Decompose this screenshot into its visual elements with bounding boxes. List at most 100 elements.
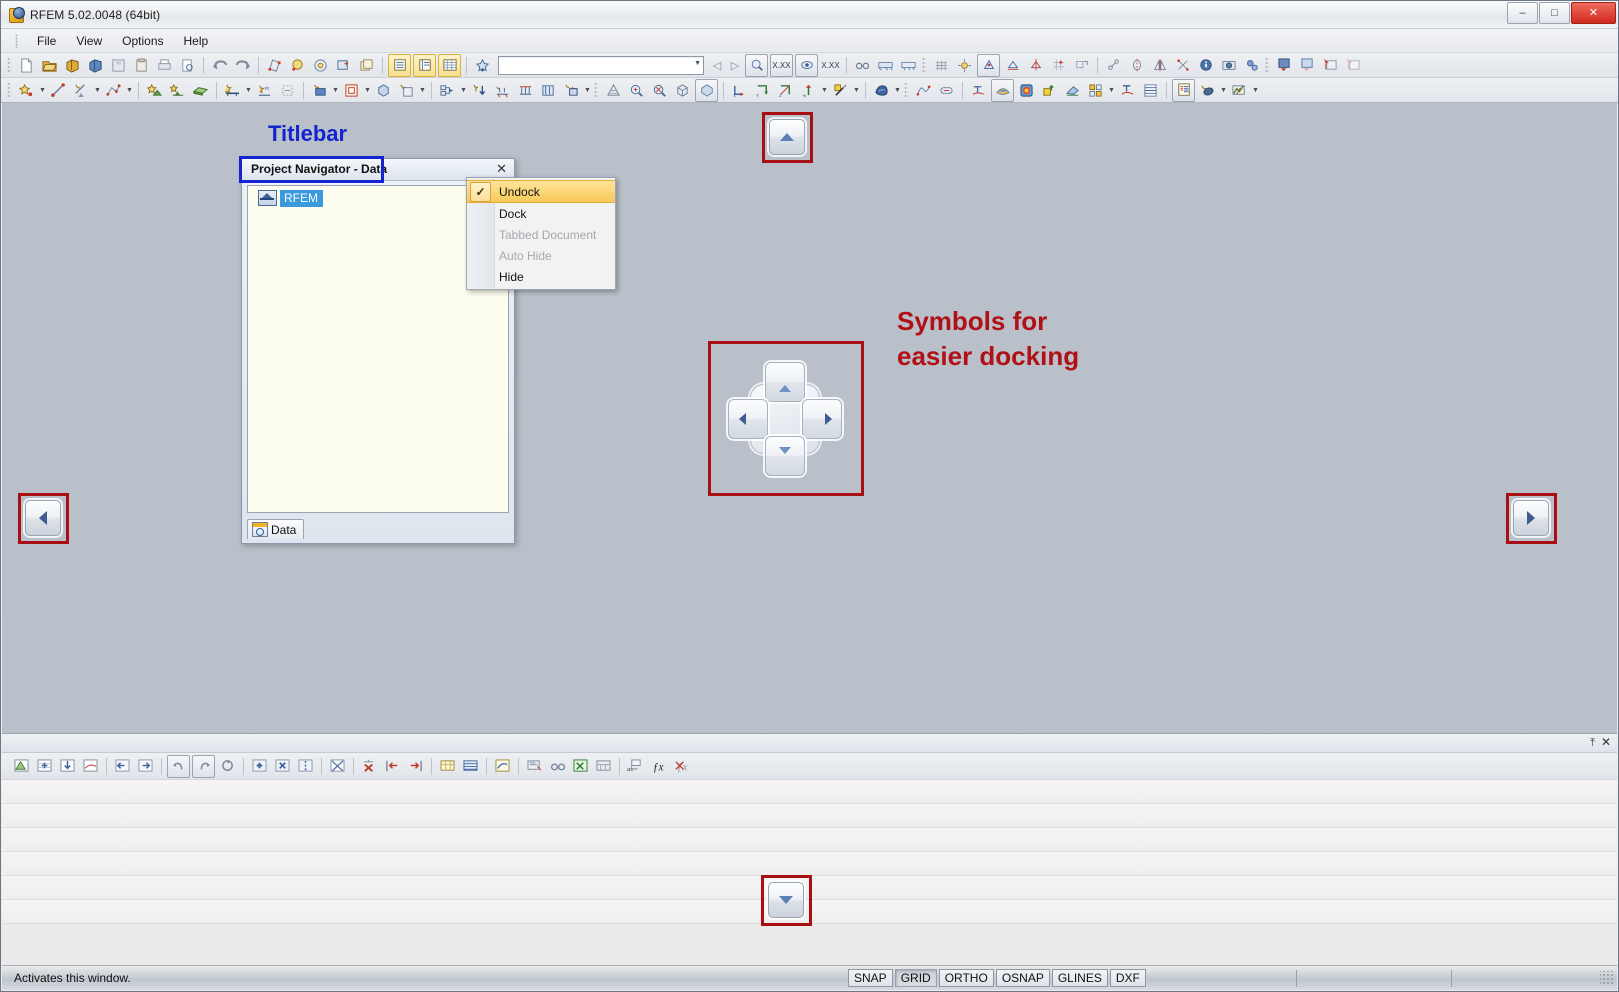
new-member-dropdown[interactable]: ▼ xyxy=(244,80,253,101)
loads-dropdown[interactable]: ▼ xyxy=(583,80,592,101)
open-example-icon[interactable] xyxy=(62,55,83,76)
view-isometric-icon[interactable] xyxy=(695,78,718,102)
table-view-yellow-icon[interactable] xyxy=(437,756,458,777)
save-icon[interactable] xyxy=(108,55,129,76)
render-mode-icon[interactable] xyxy=(830,80,851,101)
snap-grid-icon[interactable] xyxy=(1048,55,1069,76)
undo-icon[interactable] xyxy=(209,55,230,76)
move-copy-icon[interactable] xyxy=(1103,55,1124,76)
new-solid-dropdown[interactable]: ▼ xyxy=(418,80,427,101)
dim-vertical-icon[interactable]: X.XX xyxy=(770,53,793,77)
status-cell-dxf[interactable]: DXF xyxy=(1109,969,1146,987)
axis-z-icon[interactable]: Z xyxy=(775,80,796,101)
print-preview-icon[interactable] xyxy=(177,55,198,76)
new-node-dropdown[interactable]: ▼ xyxy=(38,80,47,101)
result-gradient-icon[interactable] xyxy=(1062,80,1083,101)
open-model-icon[interactable] xyxy=(85,55,106,76)
table-refresh-icon[interactable] xyxy=(217,756,238,777)
function-delete-icon[interactable]: ƒx xyxy=(671,756,692,777)
panel-tab-data[interactable]: Data xyxy=(247,519,305,539)
status-cell-ortho[interactable]: ORTHO xyxy=(938,969,994,987)
menu-file[interactable]: File xyxy=(27,32,66,50)
result-curve-icon[interactable] xyxy=(1117,80,1138,101)
result-diagram-icon[interactable] xyxy=(913,80,934,101)
status-cell-glines[interactable]: GLINES xyxy=(1051,969,1108,987)
connect-dropdown[interactable]: ▼ xyxy=(459,80,468,101)
toolbar-grip-2[interactable] xyxy=(922,56,926,74)
export-excel-icon[interactable] xyxy=(570,756,591,777)
render-mode-dropdown[interactable]: ▼ xyxy=(852,80,861,101)
axis-y-icon[interactable]: Y xyxy=(752,80,773,101)
fe-mesh-icon[interactable] xyxy=(603,80,624,101)
new-line-icon[interactable] xyxy=(48,80,69,101)
view-eye-icon[interactable] xyxy=(795,53,818,77)
table-chart-icon[interactable] xyxy=(492,756,513,777)
dock-guide-bottom[interactable] xyxy=(768,882,804,918)
context-menu-item-undock[interactable]: ✓ Undock xyxy=(467,180,615,203)
zoom-prev-icon[interactable] xyxy=(745,53,768,77)
table-undo-icon[interactable] xyxy=(167,754,190,778)
close-button[interactable]: ✕ xyxy=(1571,2,1616,24)
function-icon[interactable]: ƒx xyxy=(648,756,669,777)
dock-guide-center-left[interactable] xyxy=(728,399,768,439)
member-xx-icon[interactable]: xx xyxy=(254,80,275,101)
free-load-icon[interactable] xyxy=(561,80,582,101)
docking-context-menu[interactable]: ✓ Undock Dock Tabbed Document Auto Hide … xyxy=(466,177,616,290)
resize-grip-icon[interactable] xyxy=(1599,971,1614,985)
new-member-icon[interactable] xyxy=(222,80,243,101)
load-case-icon[interactable] xyxy=(469,80,490,101)
minimize-button[interactable]: – xyxy=(1507,2,1538,24)
menu-help[interactable]: Help xyxy=(174,32,219,50)
check-results-dropdown[interactable]: ▼ xyxy=(1251,80,1260,101)
object-selection-combo[interactable]: ▼ xyxy=(498,55,704,75)
menu-options[interactable]: Options xyxy=(112,32,173,50)
table-grid-icon[interactable] xyxy=(438,53,461,77)
clipboard-icon[interactable] xyxy=(131,55,152,76)
zoom-out-icon[interactable] xyxy=(649,80,670,101)
table-next-icon[interactable] xyxy=(135,756,156,777)
dock-guide-top[interactable] xyxy=(769,119,805,155)
dock-guide-right[interactable] xyxy=(1513,500,1549,536)
toolbar2-grip-2[interactable] xyxy=(594,81,598,99)
line-load-icon[interactable] xyxy=(515,80,536,101)
insert-after-icon[interactable] xyxy=(405,756,426,777)
table-redo-icon[interactable] xyxy=(192,754,215,778)
shell-icon[interactable] xyxy=(871,80,892,101)
table-row[interactable] xyxy=(2,804,1617,828)
object-snap-icon[interactable] xyxy=(1071,55,1092,76)
insert-before-icon[interactable] xyxy=(382,756,403,777)
new-surface-icon[interactable] xyxy=(309,80,330,101)
member-dashed-icon[interactable] xyxy=(277,80,298,101)
result-table-icon[interactable] xyxy=(1140,80,1161,101)
new-surface-support-icon[interactable] xyxy=(190,80,211,101)
result-tiles-icon[interactable] xyxy=(1085,80,1106,101)
maximize-button[interactable]: □ xyxy=(1539,2,1570,24)
print-pin-icon[interactable] xyxy=(1320,55,1341,76)
table-fill-down-icon[interactable] xyxy=(57,756,78,777)
mesh-icon[interactable] xyxy=(931,55,952,76)
result-tiles-dropdown[interactable]: ▼ xyxy=(1107,80,1116,101)
table-clear-icon[interactable] xyxy=(327,756,348,777)
design-addon-dropdown[interactable]: ▼ xyxy=(1219,80,1228,101)
new-line-support-icon[interactable] xyxy=(167,80,188,101)
context-menu-item-dock[interactable]: Dock xyxy=(467,203,615,224)
menubar-grip[interactable] xyxy=(15,33,18,48)
info-icon[interactable] xyxy=(1195,55,1216,76)
grid-points-icon[interactable] xyxy=(954,55,975,76)
context-menu-item-hide[interactable]: Hide xyxy=(467,266,615,287)
new-polyline-icon[interactable] xyxy=(103,80,124,101)
deformation-icon[interactable] xyxy=(1039,80,1060,101)
tables-panel-icon[interactable] xyxy=(388,53,411,77)
check-results-icon[interactable] xyxy=(1229,80,1250,101)
printout-report-icon[interactable] xyxy=(1274,55,1295,76)
coordinate-system-icon[interactable] xyxy=(977,53,1000,77)
navigator-panel-icon[interactable] xyxy=(413,53,436,77)
table-add-icon[interactable] xyxy=(249,756,270,777)
result-values-icon[interactable] xyxy=(936,80,957,101)
model-workspace[interactable]: Titlebar Symbols for easier docking Proj… xyxy=(2,103,1617,734)
status-cell-osnap[interactable]: OSNAP xyxy=(995,969,1050,987)
axis-x-icon[interactable]: X xyxy=(729,80,750,101)
status-cell-snap[interactable]: SNAP xyxy=(848,969,893,987)
dock-guide-center-bottom[interactable] xyxy=(765,436,805,476)
table-insert-row-icon[interactable] xyxy=(34,756,55,777)
